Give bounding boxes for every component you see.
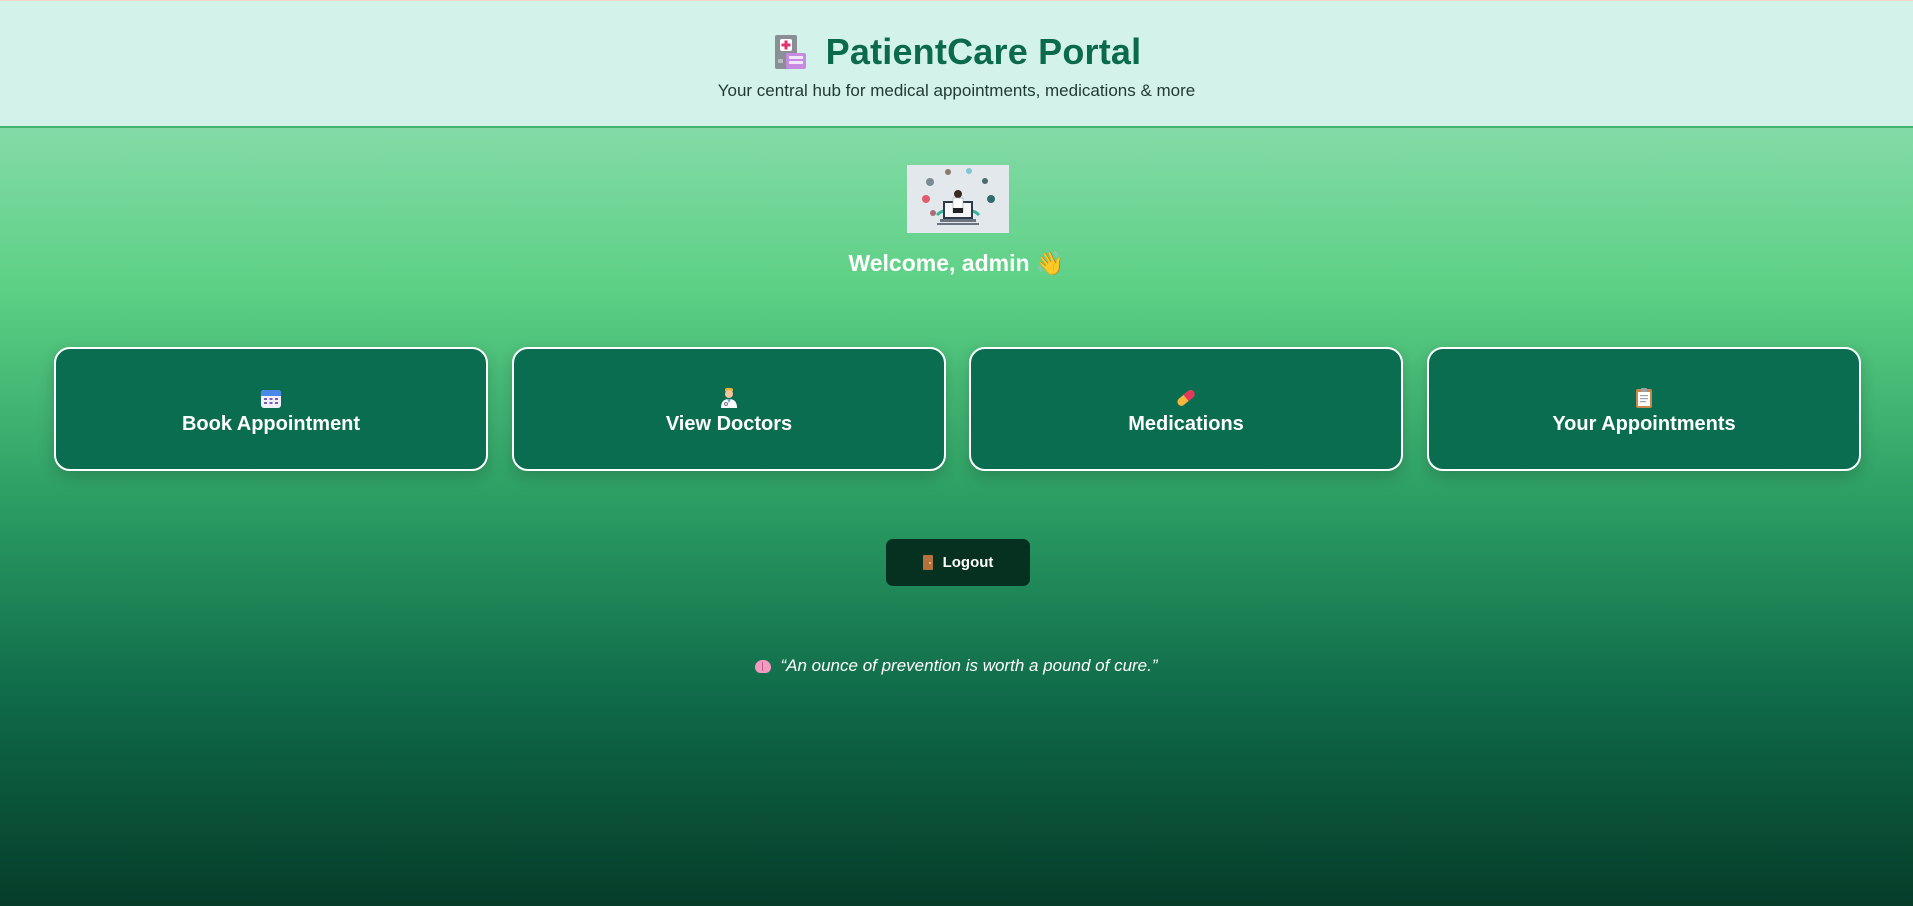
hospital-icon	[772, 33, 808, 71]
health-quote: “An ounce of prevention is worth a pound…	[0, 656, 1913, 676]
card-label: Your Appointments	[1552, 413, 1736, 435]
doctor-icon	[514, 387, 944, 409]
page-header: PatientCare Portal Your central hub for …	[0, 0, 1913, 128]
page-title: PatientCare Portal	[825, 31, 1142, 72]
clipboard-icon	[1429, 387, 1859, 409]
brain-icon	[755, 659, 772, 673]
title-row: PatientCare Portal	[0, 31, 1913, 73]
view-doctors-card[interactable]: View Doctors	[512, 347, 946, 471]
welcome-message: Welcome, admin 👋	[848, 250, 1065, 276]
book-appointment-card[interactable]: Book Appointment	[54, 347, 488, 471]
card-label: Medications	[1128, 413, 1244, 435]
calendar-icon	[56, 387, 486, 409]
medications-card[interactable]: Medications	[969, 347, 1403, 471]
card-label: View Doctors	[665, 413, 793, 435]
quote-text: “An ounce of prevention is worth a pound…	[780, 656, 1158, 675]
logout-button[interactable]: Logout	[886, 539, 1030, 586]
hero-image	[907, 165, 1009, 233]
card-label: Book Appointment	[181, 413, 361, 435]
page-subtitle: Your central hub for medical appointment…	[717, 81, 1196, 100]
door-icon	[922, 555, 933, 570]
your-appointments-card[interactable]: Your Appointments	[1427, 347, 1861, 471]
pill-icon	[971, 387, 1401, 409]
logout-label: Logout	[942, 554, 994, 571]
